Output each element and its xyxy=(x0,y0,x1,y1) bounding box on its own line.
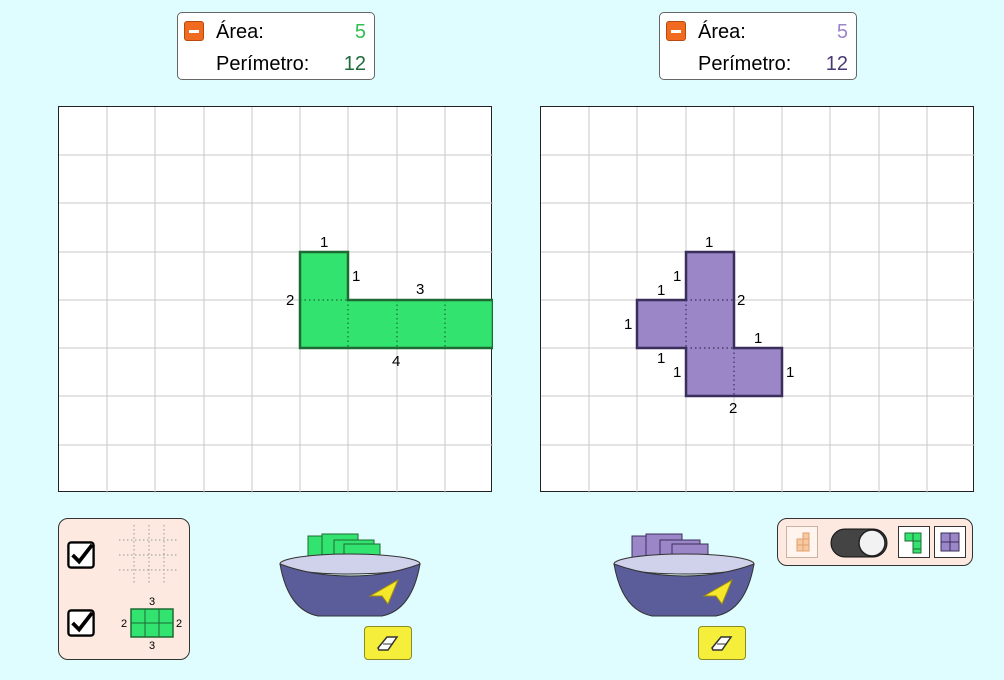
right-eraser-button[interactable] xyxy=(698,626,746,660)
left-grid[interactable]: 1 1 2 3 1 4 xyxy=(58,106,493,493)
dim-label: 1 xyxy=(705,234,713,251)
left-stats-panel: Área: 5 Perímetro: 12 xyxy=(177,12,375,80)
left-grid-canvas[interactable]: 1 1 2 3 1 4 xyxy=(59,107,493,493)
toggle-switch[interactable] xyxy=(830,528,888,558)
purple-shape-button[interactable] xyxy=(934,526,966,558)
perimeter-label: Perímetro: xyxy=(698,53,792,75)
dim-label: 3 xyxy=(416,281,424,298)
left-eraser-button[interactable] xyxy=(364,626,412,660)
dim-label: 1 xyxy=(657,282,665,299)
dim-label: 1 xyxy=(673,364,681,381)
dim-label: 1 xyxy=(624,316,632,333)
perimeter-label: Perímetro: xyxy=(216,53,310,75)
dim-label: 2 xyxy=(737,292,745,309)
mode-toggle-panel xyxy=(777,518,973,566)
green-shape-bucket[interactable] xyxy=(278,530,422,620)
area-label: Área: xyxy=(698,21,746,43)
dimensions-checkbox[interactable] xyxy=(67,609,95,637)
perimeter-value: 12 xyxy=(825,53,848,75)
dim-label: 2 xyxy=(286,292,294,309)
legend-label: 3 xyxy=(149,596,155,608)
collapse-minus-icon[interactable] xyxy=(184,21,204,41)
purple-shape-icon xyxy=(940,532,960,552)
dimensions-legend-icon: 3 2 2 3 xyxy=(121,596,182,652)
orange-shape-icon xyxy=(796,532,810,552)
dim-label: 1 xyxy=(786,364,794,381)
orange-shape-button[interactable] xyxy=(786,526,818,558)
legend-label: 2 xyxy=(176,618,182,630)
right-grid[interactable]: 1 1 1 2 1 1 1 1 1 2 xyxy=(540,106,975,493)
area-value: 5 xyxy=(836,21,848,43)
purple-shape[interactable] xyxy=(635,250,784,398)
perimeter-value: 12 xyxy=(343,53,366,75)
area-label: Área: xyxy=(216,21,264,43)
dim-label: 1 xyxy=(673,268,681,285)
dim-label: 1 xyxy=(657,350,665,367)
grid-lines-icon xyxy=(119,525,179,585)
grid-checkbox[interactable] xyxy=(67,541,95,569)
eraser-icon xyxy=(711,636,733,651)
view-options-panel: 3 2 2 3 xyxy=(58,518,190,660)
green-shape-button[interactable] xyxy=(898,526,930,558)
right-grid-canvas[interactable]: 1 1 1 2 1 1 1 1 1 2 xyxy=(541,107,975,493)
legend-label: 3 xyxy=(149,640,155,652)
purple-shape-bucket[interactable] xyxy=(612,530,756,620)
area-value: 5 xyxy=(354,21,366,43)
dim-label: 1 xyxy=(754,330,762,347)
eraser-icon xyxy=(377,636,399,651)
dim-label: 1 xyxy=(352,268,360,285)
dim-label: 1 xyxy=(320,234,328,251)
dim-label: 4 xyxy=(392,353,400,370)
dim-label: 2 xyxy=(729,400,737,417)
collapse-minus-icon[interactable] xyxy=(666,21,686,41)
right-stats-panel: Área: 5 Perímetro: 12 xyxy=(659,12,857,80)
green-shape-icon xyxy=(904,532,922,554)
legend-label: 2 xyxy=(121,618,127,630)
